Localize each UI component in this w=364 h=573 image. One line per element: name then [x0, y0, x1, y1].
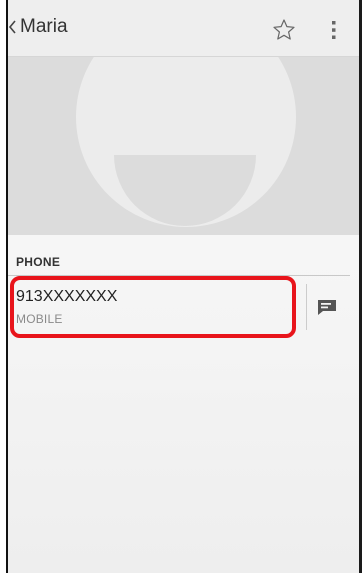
contact-photo[interactable]: [6, 57, 360, 235]
device-frame-right: [359, 0, 362, 573]
message-icon[interactable]: [317, 299, 337, 315]
back-button[interactable]: Maria: [8, 16, 68, 38]
phone-number: 913XXXXXXX: [16, 288, 118, 305]
overflow-menu-icon[interactable]: [330, 19, 338, 41]
chevron-left-icon: [8, 20, 16, 34]
phone-entry-row[interactable]: 913XXXXXXX MOBILE: [8, 276, 292, 336]
phone-type-label: MOBILE: [16, 312, 63, 326]
star-outline-icon[interactable]: [272, 18, 296, 42]
phone-section-header: PHONE: [16, 255, 61, 269]
person-silhouette-icon: [76, 57, 296, 227]
contact-name-title: Maria: [20, 16, 68, 37]
vertical-divider: [306, 284, 307, 330]
contact-screen: Maria PHONE 913XXXXXXX MOBILE: [6, 0, 360, 573]
device-frame-left: [6, 0, 8, 573]
action-bar: Maria: [6, 0, 360, 57]
